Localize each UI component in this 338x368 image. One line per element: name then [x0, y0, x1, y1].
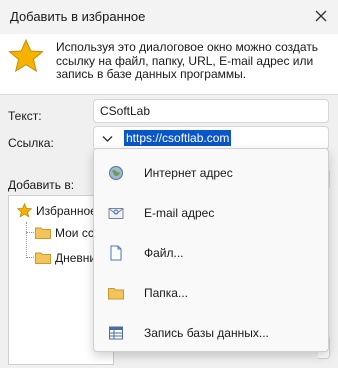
menu-item-label: E-mail адрес [144, 206, 215, 220]
window-title: Добавить в избранное [10, 9, 146, 24]
close-icon [315, 10, 327, 22]
tree-item-label: Дневни [55, 251, 97, 265]
folder-icon [35, 252, 51, 264]
folder-icon [108, 288, 124, 300]
database-record-icon [109, 326, 123, 340]
menu-item-label: Файл... [144, 246, 184, 260]
text-field-value: CSoftLab [100, 104, 151, 118]
folder-icon [35, 227, 51, 239]
menu-item-label: Запись базы данных... [144, 326, 269, 340]
link-field-value: https://csoftlab.com [124, 130, 232, 146]
menu-item-database-record[interactable]: Запись базы данных... [94, 314, 328, 352]
menu-item-label: Интернет адрес [144, 166, 233, 180]
menu-item-email-address[interactable]: E-mail адрес [94, 194, 328, 232]
add-to-label: Добавить в: [8, 178, 75, 192]
menu-item-internet-address[interactable]: Интернет адрес [94, 154, 328, 192]
file-icon [110, 245, 122, 261]
envelope-icon [108, 208, 124, 219]
star-icon [8, 38, 44, 73]
menu-item-file[interactable]: Файл... [94, 234, 328, 272]
dialog-description: Используя это диалоговое окно можно созд… [56, 40, 319, 81]
menu-item-label: Папка... [144, 286, 188, 300]
text-label: Текст: [8, 109, 42, 123]
link-type-dropdown[interactable]: Интернет адрес E-mail адрес Файл... Папк… [93, 148, 329, 352]
globe-icon [109, 166, 123, 180]
text-field[interactable]: CSoftLab [93, 99, 329, 123]
menu-item-folder[interactable]: Папка... [94, 274, 328, 312]
tree-item-label: Избранное [36, 204, 97, 218]
star-icon [17, 203, 32, 218]
link-field[interactable]: https://csoftlab.com [93, 126, 329, 150]
link-label: Ссылка: [8, 136, 54, 150]
chevron-down-icon[interactable] [102, 135, 113, 143]
close-button[interactable] [309, 4, 333, 28]
